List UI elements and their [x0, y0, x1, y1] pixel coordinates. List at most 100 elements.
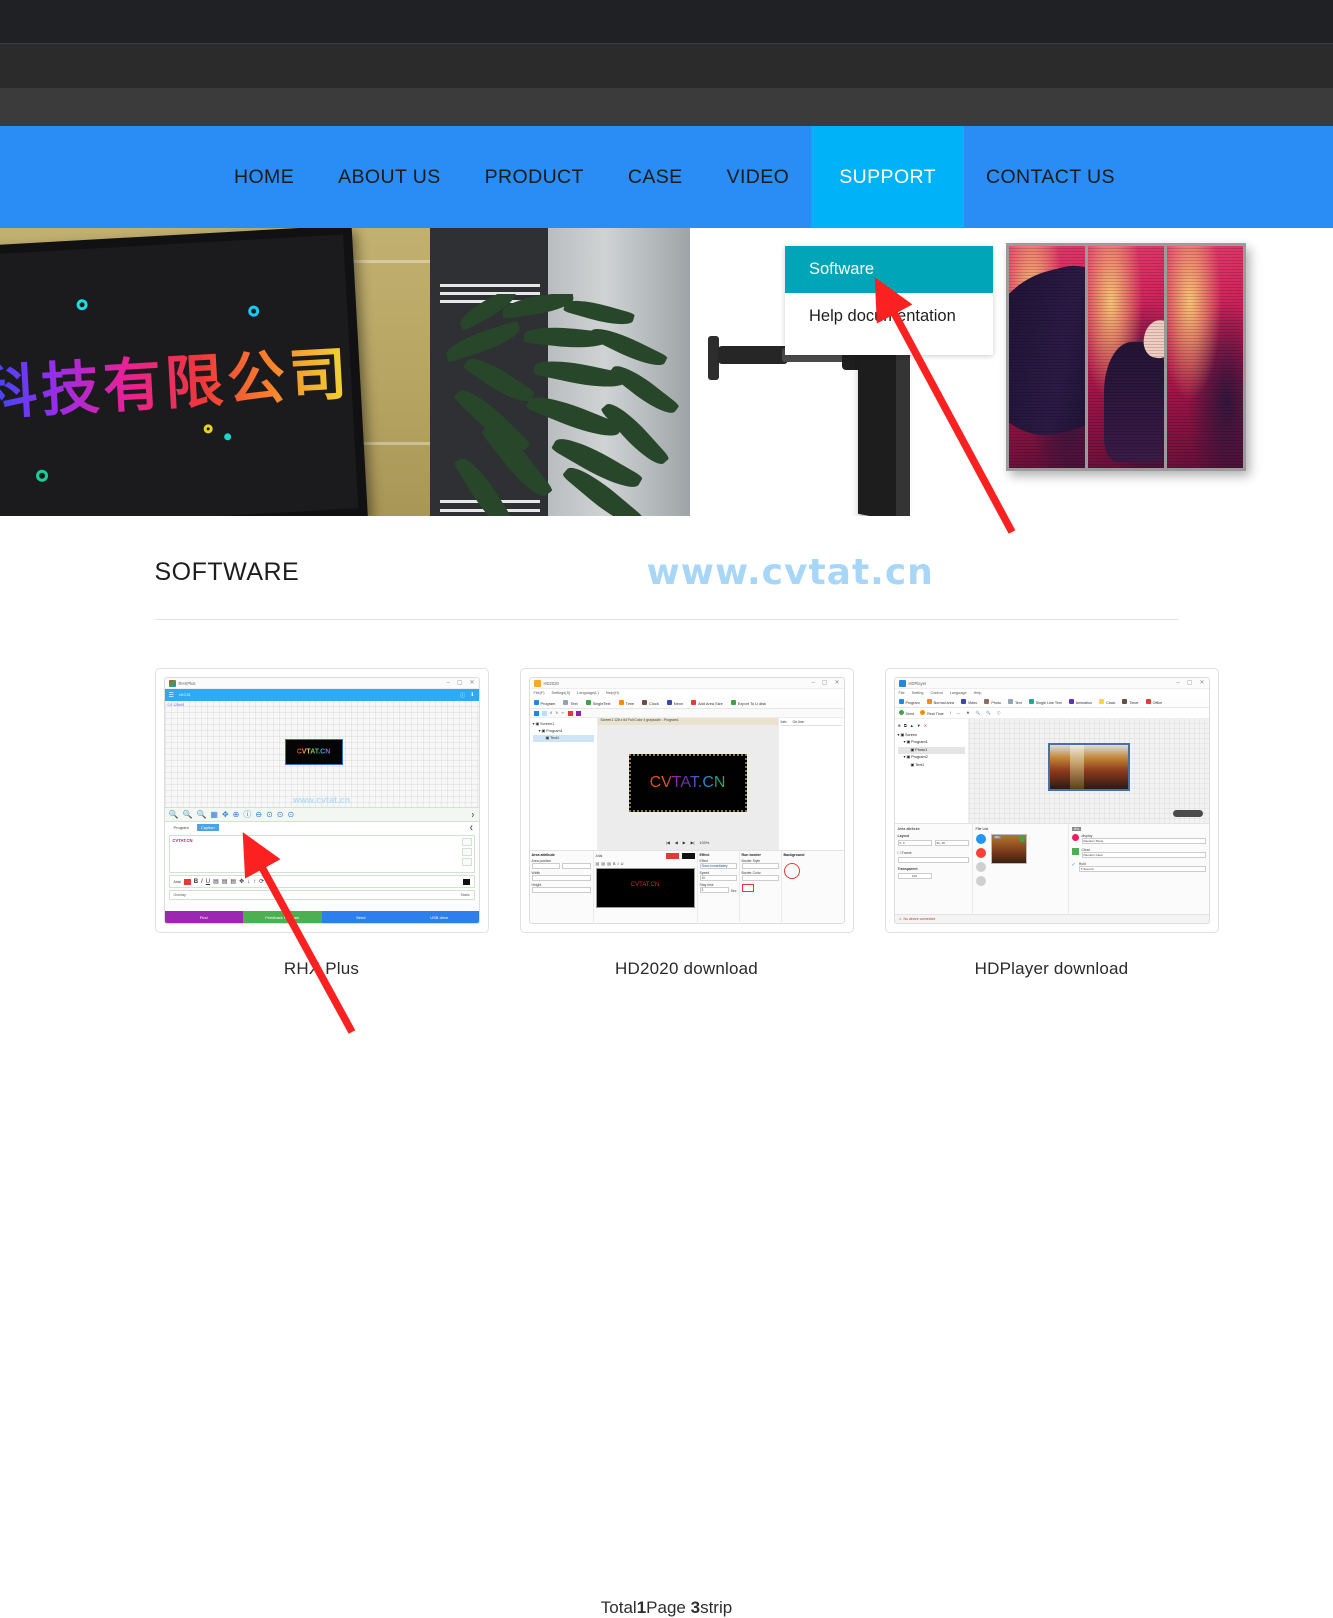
tab-office[interactable]: Office: [1145, 699, 1162, 705]
up-arrow-icon[interactable]: ↑: [253, 879, 256, 885]
border-style-select[interactable]: [741, 863, 779, 869]
zoom-fit-icon[interactable]: 🔍: [196, 810, 206, 819]
nav-item-home[interactable]: HOME: [212, 126, 316, 228]
move-up-button[interactable]: [975, 876, 986, 886]
panel-effect[interactable]: Effect Effect Show Immediately Speed 10 …: [698, 851, 740, 922]
redo-icon[interactable]: ↻: [556, 711, 559, 715]
feedback-program-button[interactable]: Feedback Program: [243, 911, 322, 923]
window-buttons[interactable]: – ▢ ✕: [811, 680, 839, 686]
card-thumbnail-hd2020[interactable]: HD2020 – ▢ ✕ File(F) Settings(S) Language(…: [519, 668, 854, 933]
find-button[interactable]: Find: [164, 911, 243, 923]
panel-tabs[interactable]: Program Caption ❮: [164, 821, 479, 833]
move-icon[interactable]: ✥: [222, 810, 229, 819]
zoom-out-icon[interactable]: 🔍: [182, 810, 192, 819]
menu-file[interactable]: File: [899, 691, 905, 695]
field-y[interactable]: [562, 863, 591, 869]
field-x[interactable]: [531, 863, 560, 869]
panel-background[interactable]: Background: [782, 851, 844, 922]
dropdown-item-software[interactable]: Software: [785, 246, 993, 293]
panel-text-editor[interactable]: Arial ▤ ▤ ▤ B I U CVTAT.CN: [594, 851, 698, 922]
preview-photo[interactable]: [1047, 743, 1130, 791]
field-height[interactable]: [531, 887, 591, 893]
tree-node-program2[interactable]: ▾ ▣ Program2: [898, 754, 965, 762]
rotate-icon[interactable]: ⊙: [287, 810, 294, 819]
move-down-button[interactable]: [975, 862, 986, 872]
menu-file[interactable]: File(F): [534, 691, 545, 695]
browser-toolbar[interactable]: [0, 43, 1333, 119]
app-menubar[interactable]: File(F) Settings(S) Language(L) Help(H): [529, 689, 844, 697]
transparent-input[interactable]: 100: [897, 873, 932, 879]
app-toolbar-secondary[interactable]: Send Real Time I — ✥ 🔍 🔍 ⓘ: [894, 708, 1209, 719]
zoom-controls[interactable]: |◀ ◀ ▶ ▶| 100%: [666, 840, 709, 846]
open-icon[interactable]: [541, 710, 547, 716]
tab-info[interactable]: Info: [781, 720, 787, 724]
tab-single-line-text[interactable]: Single Line Text: [1028, 699, 1062, 705]
tab-caption[interactable]: Caption: [196, 824, 219, 831]
hold-input[interactable]: 5 Second: [1078, 866, 1206, 872]
down-arrow-icon[interactable]: ↓: [247, 879, 250, 885]
action-buttons[interactable]: Find Feedback Program Send USB drive: [164, 911, 479, 923]
cut-icon[interactable]: ✂: [562, 711, 565, 715]
edit-button[interactable]: [461, 858, 472, 866]
tab-program[interactable]: Program: [170, 824, 193, 831]
text-color-swatch[interactable]: [665, 853, 679, 859]
speed-input[interactable]: 10: [699, 875, 737, 881]
collapse-icon[interactable]: ❮: [469, 825, 473, 831]
remove-button[interactable]: [461, 848, 472, 856]
border-color-select[interactable]: [741, 875, 779, 881]
tree-node-screen[interactable]: ▾ ▣ Screen: [898, 732, 965, 740]
bg-color-swatch[interactable]: [681, 853, 695, 859]
card-thumbnail-hdplayer[interactable]: HDPlayer – ▢ ✕ File Setting Control Langua…: [884, 668, 1219, 933]
software-card-hd2020[interactable]: HD2020 – ▢ ✕ File(F) Settings(S) Language(…: [519, 668, 854, 979]
zoom-in-icon[interactable]: 🔍: [976, 711, 981, 715]
nav-item-support[interactable]: SUPPORT: [811, 126, 964, 228]
next-icon[interactable]: ▶|: [691, 840, 695, 845]
app-toolbar-secondary[interactable]: ↺ ↻ ✂: [529, 709, 844, 718]
menu-language[interactable]: Language(L): [577, 691, 599, 695]
frame-select[interactable]: [897, 857, 969, 863]
undo-icon[interactable]: ↺: [550, 711, 553, 715]
minus-icon[interactable]: ⊖: [255, 810, 262, 819]
preview-stage[interactable]: Screen1 128 x 64 Full Color 4 grayscale …: [597, 718, 778, 850]
software-card-rhx-plus[interactable]: RHXPlus – ▢ ✕ ☰ v0.0.91 ⓘ ⬇ 0,0 128x64 C…: [154, 668, 489, 979]
settings-icon[interactable]: [575, 710, 581, 716]
send-button[interactable]: Send: [898, 710, 914, 716]
window-buttons[interactable]: – ▢ ✕: [1176, 680, 1204, 686]
menu-help[interactable]: Help(H): [606, 691, 619, 695]
real-time-button[interactable]: Real Time: [920, 710, 944, 716]
card-label-hd2020[interactable]: HD2020 download: [520, 959, 854, 979]
delete-icon[interactable]: [567, 710, 573, 716]
add-button[interactable]: [461, 838, 472, 846]
panel-file-list[interactable]: File List JPG: [973, 824, 1069, 915]
nav-item-contact-us[interactable]: CONTACT US: [964, 126, 1137, 228]
format-toolbar[interactable]: Arial B I U ▤ ▤ ▤ ✥ ↓ ↑ ⟳: [168, 875, 475, 888]
tab-neon[interactable]: Neon: [666, 699, 683, 706]
tab-animation[interactable]: Animation: [1068, 699, 1092, 705]
info-icon[interactable]: ⓘ: [997, 711, 1001, 716]
tab-text[interactable]: Text: [563, 699, 578, 706]
nav-item-about-us[interactable]: ABOUT US: [316, 126, 463, 228]
app-toolbar-tabs[interactable]: Program Text SingleText Time Clock Neon …: [529, 697, 844, 709]
no-background-icon[interactable]: [783, 863, 800, 879]
tab-timer[interactable]: Timer: [1122, 699, 1139, 705]
move-tool-icon[interactable]: ✥: [966, 711, 969, 715]
add-icon[interactable]: ⊕: [898, 722, 901, 730]
add-file-button[interactable]: [975, 834, 986, 844]
field-width[interactable]: [531, 875, 591, 881]
info-panel[interactable]: Info On line: [777, 718, 844, 850]
tab-clock[interactable]: Clock: [642, 699, 659, 706]
bold-icon[interactable]: B: [613, 861, 616, 866]
clear-select[interactable]: Random Clear: [1081, 852, 1206, 858]
nav-item-product[interactable]: PRODUCT: [463, 126, 606, 228]
app-menubar[interactable]: File Setting Control Language Help: [894, 689, 1209, 697]
down-icon[interactable]: ▼: [917, 722, 921, 730]
hamburger-icon[interactable]: ☰: [169, 692, 174, 699]
align-center-icon[interactable]: ▤: [222, 878, 228, 885]
text-color-swatch[interactable]: [183, 878, 191, 885]
tree-node-program[interactable]: ▾ ▣ Program1: [533, 728, 594, 735]
tab-online[interactable]: On line: [793, 720, 804, 724]
text-tool-icon[interactable]: I: [950, 711, 951, 715]
bg-color-swatch[interactable]: [462, 878, 470, 885]
align-center-icon[interactable]: ▤: [601, 861, 605, 866]
zoom-in-icon[interactable]: 🔍: [169, 810, 179, 819]
